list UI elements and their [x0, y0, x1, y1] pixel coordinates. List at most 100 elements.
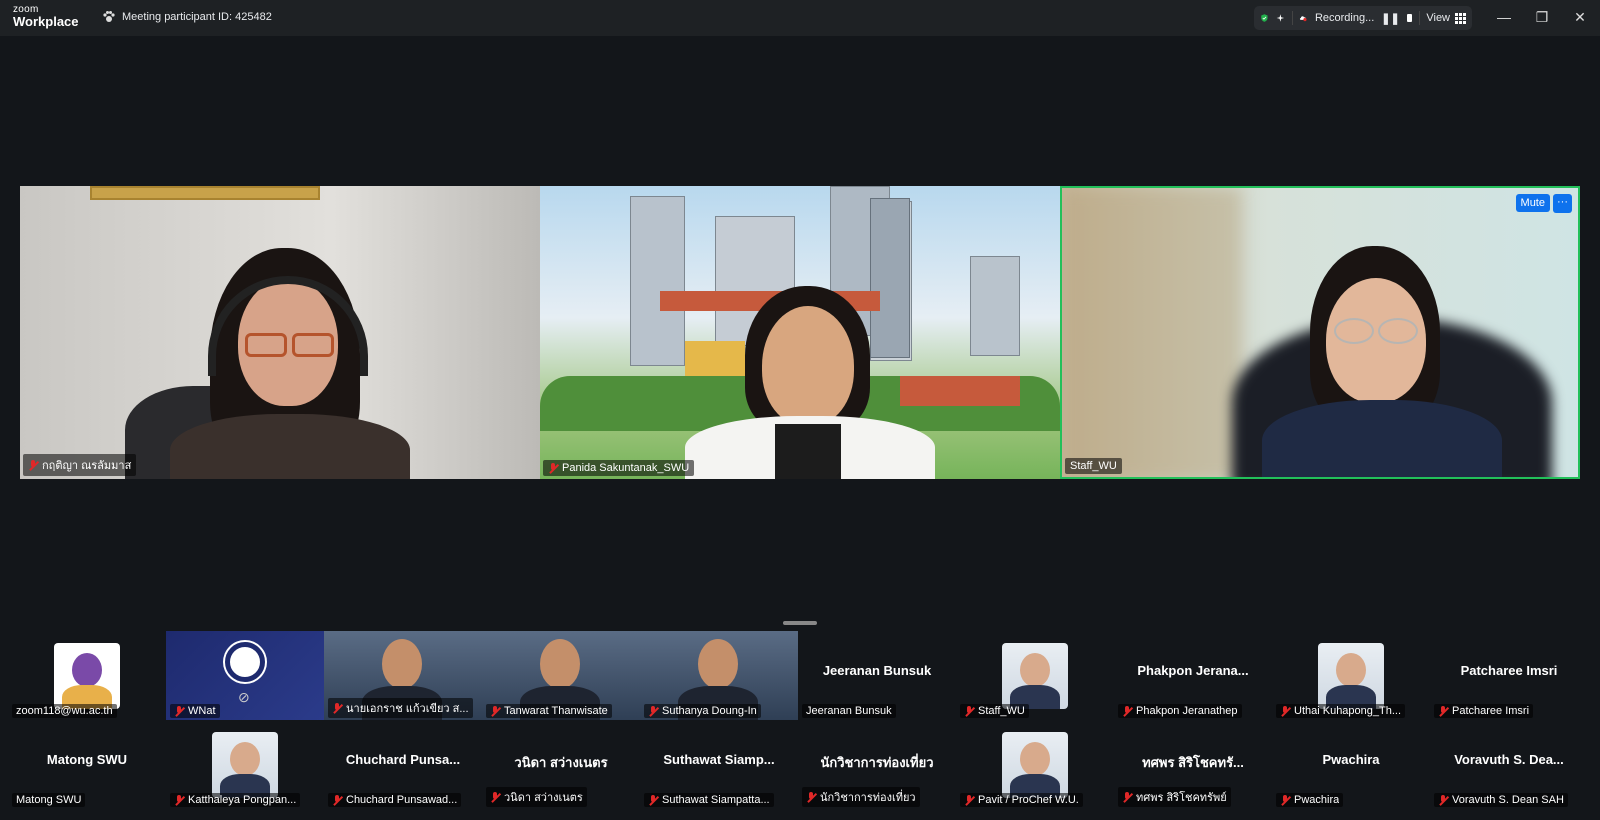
pause-recording-icon[interactable]: ❚❚ — [1381, 12, 1399, 25]
participant-name: Voravuth S. Dean SAH — [1452, 794, 1564, 806]
building — [870, 198, 910, 358]
close-icon[interactable]: ✕ — [1570, 9, 1590, 26]
gallery-tile[interactable]: ⊘ WNat — [166, 631, 324, 720]
participant-name: WNat — [188, 705, 216, 717]
participant-display-name: Phakpon Jerana... — [1137, 663, 1249, 678]
organization-logo — [54, 643, 120, 709]
participant-name: Staff_WU — [978, 705, 1025, 717]
gallery-resize-handle[interactable] — [783, 621, 817, 625]
participant-name-tag: Pwachira — [1276, 793, 1344, 807]
gallery-tile[interactable]: Voravuth S. Dea... Voravuth S. Dean SAH — [1430, 720, 1588, 809]
gallery-tile[interactable]: Tanwarat Thanwisate — [482, 631, 640, 720]
avatar-figure — [72, 653, 102, 687]
participant-name-tag: Voravuth S. Dean SAH — [1434, 793, 1568, 807]
toolbar-divider — [1291, 11, 1293, 25]
roof — [900, 376, 1020, 406]
gallery-tile[interactable]: Suthawat Siamp... Suthawat Siampatta... — [640, 720, 798, 809]
view-button[interactable]: View — [1426, 12, 1467, 24]
gallery-tile[interactable]: Suthanya Doung-In — [640, 631, 798, 720]
paw-icon — [103, 11, 115, 22]
participant-name: Jeeranan Bunsuk — [806, 705, 892, 717]
restore-icon[interactable]: ❐ — [1532, 9, 1552, 26]
mic-off-icon — [648, 794, 658, 806]
gallery-tile[interactable]: zoom118@wu.ac.th — [8, 631, 166, 720]
video-tile-active-speaker[interactable]: Mute ··· Staff_WU — [1060, 186, 1580, 479]
participant-name-tag: Phakpon Jeranathep — [1118, 704, 1242, 718]
participant-name-tag: Suthawat Siampatta... — [644, 793, 774, 807]
participant-name: วนิดา สว่างเนตร — [504, 792, 583, 804]
profile-photo — [1002, 732, 1068, 798]
recording-status: Recording... — [1314, 12, 1375, 24]
participant-name-tag: Suthanya Doung-In — [644, 704, 761, 718]
gallery-tile[interactable]: Chuchard Punsa... Chuchard Punsawad... — [324, 720, 482, 809]
shield-check-icon[interactable] — [1260, 11, 1269, 25]
toolbar-divider — [1418, 11, 1420, 25]
participant-name-tag: Pavit / ProChef W.U. — [960, 793, 1083, 807]
participant-name: Phakpon Jeranathep — [1136, 705, 1238, 717]
gallery-tile[interactable]: Phakpon Jerana... Phakpon Jeranathep — [1114, 631, 1272, 720]
participant-name: กฤติญา ณรลัมมาส — [42, 460, 132, 472]
profile-photo — [1002, 643, 1068, 709]
participant-name: ทศพร สิริโชคทรัพย์ — [1136, 792, 1227, 804]
participant-name-tag: Katthaleya Pongpan... — [170, 793, 301, 807]
gallery-tile[interactable]: Uthai Kuhapong_Th... — [1272, 631, 1430, 720]
avatar-figure — [230, 742, 260, 776]
participant-name-tag: วนิดา สว่างเนตร — [486, 787, 587, 807]
participant-name-tag: ทศพร สิริโชคทรัพย์ — [1118, 787, 1231, 807]
mic-off-icon — [490, 791, 500, 803]
mute-button[interactable]: Mute — [1515, 194, 1550, 212]
participant-display-name: ทศพร สิริโชคทรั... — [1142, 755, 1244, 770]
gallery-tile[interactable]: นายเอกราช แก้วเขียว ส... — [324, 631, 482, 720]
video-tile[interactable]: Panida Sakuntanak_SWU — [540, 186, 1060, 479]
gallery-tile[interactable]: วนิดา สว่างเนตร วนิดา สว่างเนตร — [482, 720, 640, 809]
stop-recording-icon[interactable] — [1406, 14, 1412, 22]
mic-off-icon — [1438, 794, 1448, 806]
gallery-tile[interactable]: Pwachira Pwachira — [1272, 720, 1430, 809]
mic-off-icon — [1122, 705, 1132, 717]
participant-video — [698, 639, 738, 689]
gallery-tile[interactable]: Patcharee Imsri Patcharee Imsri — [1430, 631, 1588, 720]
mic-off-icon — [806, 791, 816, 803]
participant-name: Suthanya Doung-In — [662, 705, 757, 717]
glasses — [1334, 318, 1374, 344]
sparkle-icon[interactable] — [1276, 11, 1285, 25]
participant-name-tag: Panida Sakuntanak_SWU — [543, 460, 695, 476]
gallery-tile[interactable]: Jeeranan Bunsuk Jeeranan Bunsuk — [798, 631, 956, 720]
participant-name: Suthawat Siampatta... — [662, 794, 770, 806]
participant-name-tag: Uthai Kuhapong_Th... — [1276, 704, 1406, 718]
gallery-tile[interactable]: Staff_WU — [956, 631, 1114, 720]
mic-off-icon — [332, 794, 342, 806]
face — [762, 306, 854, 426]
participant-name: Patcharee Imsri — [1452, 705, 1530, 717]
participant-name-tag: นายเอกราช แก้วเขียว ส... — [328, 698, 473, 718]
mic-off-icon — [548, 462, 558, 474]
gallery-tile[interactable]: Katthaleya Pongpan... — [166, 720, 324, 809]
gallery-tile[interactable]: ทศพร สิริโชคทรั... ทศพร สิริโชคทรัพย์ — [1114, 720, 1272, 809]
shirt — [1262, 400, 1502, 477]
participant-name-tag: Staff_WU — [1065, 458, 1122, 474]
participant-video — [540, 639, 580, 689]
video-tile[interactable]: กฤติญา ณรลัมมาส — [20, 186, 540, 479]
participant-name: Katthaleya Pongpan... — [188, 794, 297, 806]
meeting-id-info[interactable]: Meeting participant ID: 425482 — [102, 10, 272, 24]
mic-off-icon — [332, 702, 342, 714]
participant-name: นักวิชาการท่องเที่ยว — [820, 792, 916, 804]
mic-off-icon — [1280, 705, 1290, 717]
participant-video — [382, 639, 422, 689]
gallery-tile[interactable]: นักวิชาการท่องเที่ยว นักวิชาการท่องเที่ยว — [798, 720, 956, 809]
video-off-icon: ⊘ — [238, 689, 250, 705]
minimize-icon[interactable]: — — [1494, 9, 1514, 25]
gallery-tile[interactable]: Matong SWU Matong SWU — [8, 720, 166, 809]
mic-off-icon — [1122, 791, 1132, 803]
mic-off-icon — [964, 794, 974, 806]
participant-name-tag: กฤติญา ณรลัมมาส — [23, 454, 137, 476]
participant-name-tag: WNat — [170, 704, 220, 718]
participant-name: Pavit / ProChef W.U. — [978, 794, 1079, 806]
more-options-button[interactable]: ··· — [1553, 194, 1572, 213]
gallery-tile[interactable]: Pavit / ProChef W.U. — [956, 720, 1114, 809]
participant-display-name: นักวิชาการท่องเที่ยว — [820, 755, 934, 770]
participant-name: zoom118@wu.ac.th — [16, 705, 113, 717]
obs-logo-icon — [225, 642, 265, 682]
participant-name-tag: Jeeranan Bunsuk — [802, 704, 896, 718]
participant-name: Panida Sakuntanak_SWU — [562, 462, 690, 474]
